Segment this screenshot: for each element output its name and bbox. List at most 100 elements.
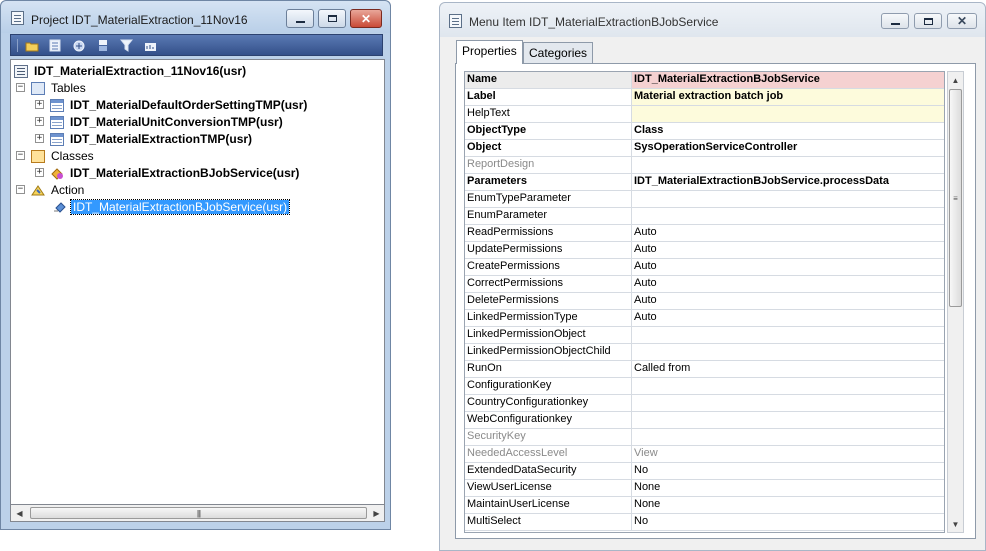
collapse-tables-icon[interactable]: − (16, 83, 25, 92)
import-icon[interactable] (95, 38, 111, 53)
property-value[interactable]: Auto (632, 259, 944, 275)
tree-item-class[interactable]: IDT_MaterialExtractionBJobService(usr) (50, 165, 301, 181)
property-name: EnumTypeParameter (465, 191, 632, 207)
property-value[interactable]: Auto (632, 310, 944, 326)
tab-categories[interactable]: Categories (523, 42, 594, 64)
expand-icon[interactable]: + (35, 117, 44, 126)
close-icon: ✕ (360, 11, 372, 26)
property-row[interactable]: EnumTypeParameter (465, 191, 944, 208)
project-titlebar[interactable]: Project IDT_MaterialExtraction_11Nov16 ✕ (1, 1, 390, 33)
property-value[interactable] (632, 429, 944, 445)
property-value[interactable]: No (632, 514, 944, 530)
property-value[interactable]: Auto (632, 225, 944, 241)
expand-icon[interactable]: + (35, 168, 44, 177)
tree-item-menu-item[interactable]: IDT_MaterialExtractionBJobService(usr) (53, 199, 291, 215)
property-value[interactable]: IDT_MaterialExtractionBJobService.proces… (632, 174, 944, 190)
property-row[interactable]: NeededAccessLevel View (465, 446, 944, 463)
maximize-button[interactable] (318, 9, 346, 28)
property-row[interactable]: ViewUserLicense None (465, 480, 944, 497)
tree-item-table[interactable]: IDT_MaterialDefaultOrderSettingTMP(usr) (50, 97, 309, 113)
horizontal-scroll-thumb[interactable]: ||| (30, 507, 367, 519)
property-value[interactable] (632, 191, 944, 207)
tree-item-table[interactable]: IDT_MaterialUnitConversionTMP(usr) (50, 114, 285, 130)
compile-icon[interactable] (71, 38, 87, 53)
tree-root[interactable]: IDT_MaterialExtraction_11Nov16(usr) (14, 63, 248, 79)
property-row[interactable]: HelpText (465, 106, 944, 123)
property-row[interactable]: Name IDT_MaterialExtractionBJobService (465, 72, 944, 89)
property-vertical-scrollbar[interactable]: ▲ ≡ ▼ (947, 71, 964, 533)
tree-group-tables[interactable]: Tables (31, 80, 88, 96)
property-value[interactable]: Auto (632, 276, 944, 292)
property-row[interactable]: MaintainUserLicense None (465, 497, 944, 514)
tab-properties[interactable]: Properties (456, 40, 523, 64)
menu-item-titlebar[interactable]: Menu Item IDT_MaterialExtractionBJobServ… (440, 3, 985, 37)
property-value[interactable]: View (632, 446, 944, 462)
property-row[interactable]: ConfigurationKey (465, 378, 944, 395)
property-value[interactable]: None (632, 480, 944, 496)
expand-icon[interactable]: + (35, 134, 44, 143)
property-row[interactable]: EnumParameter (465, 208, 944, 225)
property-value[interactable]: Called from (632, 361, 944, 377)
close-button[interactable]: ✕ (350, 9, 382, 28)
property-row[interactable]: DeletePermissions Auto (465, 293, 944, 310)
tree-group-classes[interactable]: Classes (31, 148, 96, 164)
property-row[interactable]: LinkedPermissionObject (465, 327, 944, 344)
property-value[interactable] (632, 106, 944, 122)
property-value[interactable] (632, 157, 944, 173)
property-row[interactable]: ExtendedDataSecurity No (465, 463, 944, 480)
property-value[interactable]: SysOperationServiceController (632, 140, 944, 156)
property-value[interactable] (632, 208, 944, 224)
open-folder-icon[interactable] (24, 38, 40, 53)
property-row[interactable]: MultiSelect No (465, 514, 944, 531)
tree-group-action[interactable]: Action (31, 182, 86, 198)
tree-item-table[interactable]: IDT_MaterialExtractionTMP(usr) (50, 131, 254, 147)
property-row[interactable]: CreatePermissions Auto (465, 259, 944, 276)
close-button[interactable]: ✕ (947, 13, 977, 29)
property-row[interactable]: LinkedPermissionObjectChild (465, 344, 944, 361)
property-row[interactable]: CorrectPermissions Auto (465, 276, 944, 293)
property-row[interactable]: WebConfigurationkey (465, 412, 944, 429)
property-row[interactable]: Label Material extraction batch job (465, 89, 944, 106)
maximize-button[interactable] (914, 13, 942, 29)
reports-icon[interactable] (142, 38, 158, 53)
property-value[interactable]: IDT_MaterialExtractionBJobService (632, 72, 944, 88)
table-icon (50, 98, 64, 112)
properties-icon[interactable] (47, 38, 63, 53)
property-row[interactable]: SecurityKey (465, 429, 944, 446)
property-value[interactable] (632, 344, 944, 360)
property-value[interactable]: No (632, 463, 944, 479)
property-row[interactable]: UpdatePermissions Auto (465, 242, 944, 259)
scroll-left-icon[interactable]: ◀ (11, 505, 28, 521)
property-value[interactable]: Auto (632, 293, 944, 309)
background-gap (391, 0, 439, 551)
property-value[interactable]: Auto (632, 242, 944, 258)
class-icon (50, 167, 64, 180)
collapse-action-icon[interactable]: − (16, 185, 25, 194)
property-row[interactable]: CountryConfigurationkey (465, 395, 944, 412)
property-row[interactable]: ObjectType Class (465, 123, 944, 140)
property-value[interactable] (632, 412, 944, 428)
expand-icon[interactable]: + (35, 100, 44, 109)
scroll-right-icon[interactable]: ▶ (368, 505, 385, 521)
minimize-button[interactable] (881, 13, 909, 29)
scroll-up-icon[interactable]: ▲ (948, 72, 963, 88)
property-value[interactable] (632, 378, 944, 394)
property-value[interactable] (632, 395, 944, 411)
property-value[interactable] (632, 327, 944, 343)
property-row[interactable]: ReportDesign (465, 157, 944, 174)
property-value[interactable]: None (632, 497, 944, 513)
project-horizontal-scrollbar[interactable]: ◀ ||| ▶ (10, 505, 385, 522)
scroll-down-icon[interactable]: ▼ (948, 516, 963, 532)
property-value[interactable]: Material extraction batch job (632, 89, 944, 105)
property-row[interactable]: ReadPermissions Auto (465, 225, 944, 242)
menu-item-window: Menu Item IDT_MaterialExtractionBJobServ… (439, 2, 986, 551)
property-row[interactable]: RunOn Called from (465, 361, 944, 378)
property-value[interactable]: Class (632, 123, 944, 139)
property-row[interactable]: Object SysOperationServiceController (465, 140, 944, 157)
collapse-classes-icon[interactable]: − (16, 151, 25, 160)
property-row[interactable]: Parameters IDT_MaterialExtractionBJobServ… (465, 174, 944, 191)
minimize-button[interactable] (286, 9, 314, 28)
vertical-scroll-thumb[interactable]: ≡ (949, 89, 962, 307)
property-row[interactable]: LinkedPermissionType Auto (465, 310, 944, 327)
filter-icon[interactable] (118, 38, 134, 53)
